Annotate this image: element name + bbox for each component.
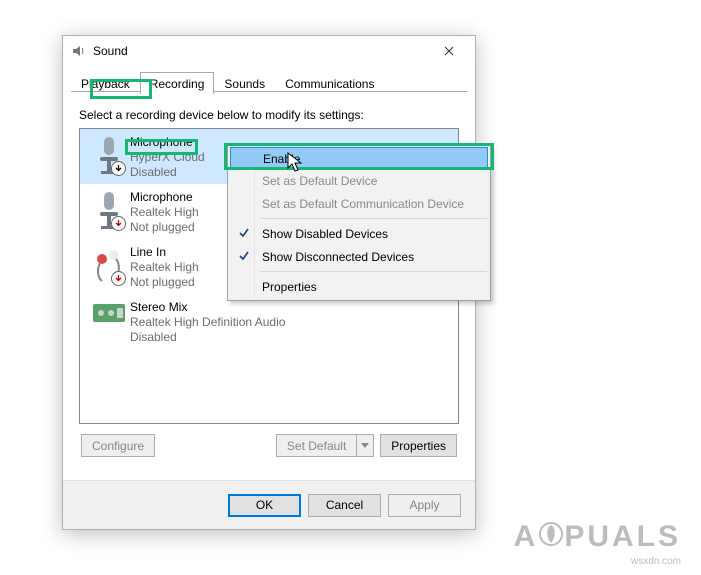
device-status: Disabled [130, 330, 452, 345]
down-arrow-badge-icon [111, 161, 126, 176]
ok-button[interactable]: OK [228, 494, 301, 517]
device-row-stereo-mix[interactable]: Stereo Mix Realtek High Definition Audio… [80, 294, 458, 349]
close-button[interactable] [426, 37, 471, 65]
leaf-icon [538, 521, 564, 555]
speaker-icon [71, 43, 87, 59]
unplugged-badge-icon [111, 216, 126, 231]
menu-separator [260, 218, 487, 219]
watermark-brand: APUALS [514, 520, 681, 555]
microphone-icon [88, 190, 130, 233]
instruction-text: Select a recording device below to modif… [79, 108, 459, 122]
menu-show-disabled[interactable]: Show Disabled Devices [230, 222, 488, 245]
microphone-icon [88, 135, 130, 178]
check-icon [238, 227, 250, 242]
device-driver: Realtek High Definition Audio [130, 315, 452, 330]
window-title: Sound [93, 44, 426, 58]
unplugged-badge-icon [111, 271, 126, 286]
menu-enable[interactable]: Enable [230, 147, 488, 170]
menu-set-default: Set as Default Device [230, 169, 488, 192]
chevron-down-icon [361, 443, 369, 448]
tab-recording[interactable]: Recording [140, 72, 215, 94]
apply-button[interactable]: Apply [388, 494, 461, 517]
configure-button[interactable]: Configure [81, 434, 155, 457]
menu-set-comm: Set as Default Communication Device [230, 192, 488, 215]
menu-label: Show Disconnected Devices [262, 250, 414, 264]
properties-button[interactable]: Properties [380, 434, 457, 457]
titlebar: Sound [63, 36, 475, 66]
dialog-button-row: OK Cancel Apply [63, 480, 475, 529]
sound-card-icon [88, 300, 130, 343]
list-footer: Configure Set Default Properties [79, 434, 459, 457]
set-default-dropdown[interactable] [356, 434, 374, 457]
menu-label: Show Disabled Devices [262, 227, 388, 241]
tab-underline [71, 91, 467, 92]
cancel-button[interactable]: Cancel [308, 494, 381, 517]
set-default-button[interactable]: Set Default [276, 434, 357, 457]
watermark-site: wsxdn.com [631, 556, 681, 567]
tab-strip: Playback Recording Sounds Communications [63, 66, 475, 94]
check-icon [238, 250, 250, 265]
menu-show-disconnected[interactable]: Show Disconnected Devices [230, 245, 488, 268]
menu-properties[interactable]: Properties [230, 275, 488, 298]
device-name: Stereo Mix [130, 300, 452, 315]
line-in-icon [88, 245, 130, 288]
context-menu: Enable Set as Default Device Set as Defa… [227, 145, 491, 301]
cursor-icon [287, 152, 304, 179]
menu-separator [260, 271, 487, 272]
